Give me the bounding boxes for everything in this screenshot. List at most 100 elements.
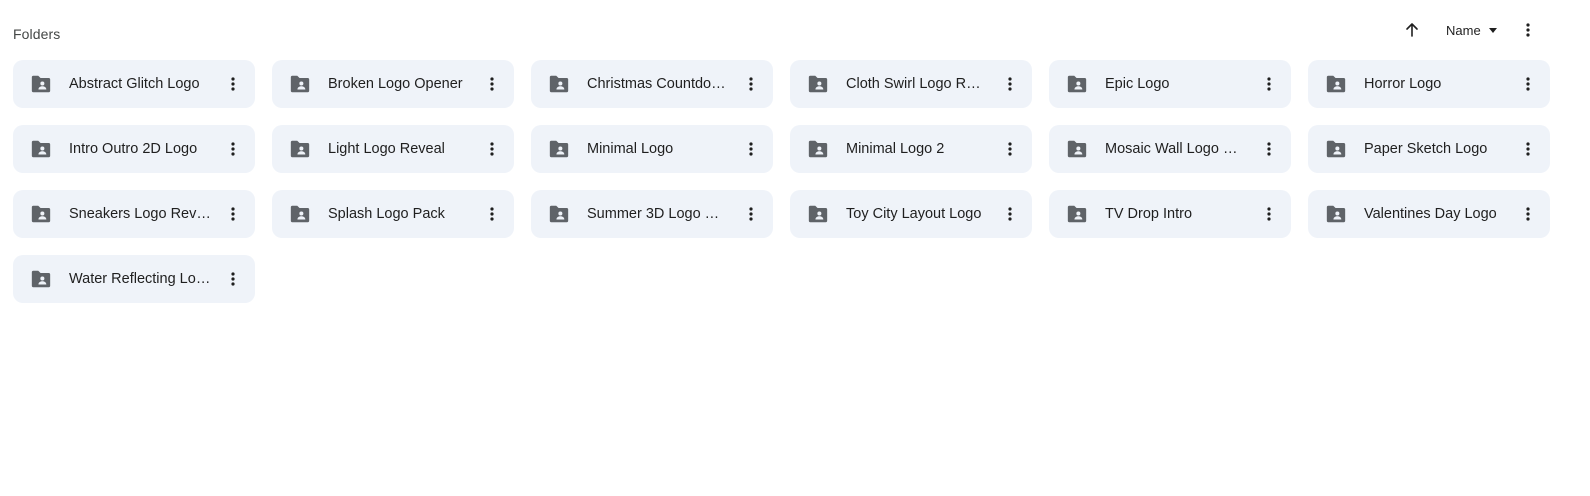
more-vert-icon	[484, 141, 500, 157]
more-vert-icon	[1002, 141, 1018, 157]
shared-folder-icon	[548, 74, 570, 94]
shared-folder-icon	[1325, 204, 1347, 224]
folder-name: Christmas Countdown	[587, 76, 729, 92]
more-vert-icon	[1261, 141, 1277, 157]
folder-name: Paper Sketch Logo	[1364, 141, 1488, 157]
shared-folder-icon	[30, 269, 52, 289]
folder-card[interactable]: Light Logo Reveal	[272, 125, 514, 173]
shared-folder-icon	[548, 204, 570, 224]
folder-card[interactable]: Valentines Day Logo	[1308, 190, 1550, 238]
folder-name: Water Reflecting Logo	[69, 271, 211, 287]
folder-grid: Abstract Glitch Logo Broken Logo Opener Ch…	[13, 60, 1550, 303]
folder-more-button[interactable]	[1255, 70, 1283, 98]
section-title: Folders	[13, 26, 61, 42]
folder-more-button[interactable]	[1514, 135, 1542, 163]
folder-more-button[interactable]	[1255, 135, 1283, 163]
folder-name: Minimal Logo	[587, 141, 674, 157]
folder-more-button[interactable]	[737, 70, 765, 98]
shared-folder-icon	[548, 139, 570, 159]
shared-folder-icon	[30, 139, 52, 159]
folder-more-button[interactable]	[1514, 70, 1542, 98]
more-vert-icon	[1261, 206, 1277, 222]
more-vert-icon	[225, 141, 241, 157]
folder-name: Valentines Day Logo	[1364, 206, 1497, 222]
more-vert-icon	[1261, 76, 1277, 92]
folder-more-button[interactable]	[478, 70, 506, 98]
more-vert-icon	[225, 206, 241, 222]
folder-more-button[interactable]	[737, 135, 765, 163]
folder-card[interactable]: Paper Sketch Logo	[1308, 125, 1550, 173]
sort-field-dropdown[interactable]: Name	[1442, 16, 1503, 44]
folder-card[interactable]: Water Reflecting Logo	[13, 255, 255, 303]
sort-direction-button[interactable]	[1398, 16, 1426, 44]
shared-folder-icon	[1325, 139, 1347, 159]
more-vert-icon	[743, 206, 759, 222]
folder-more-button[interactable]	[996, 135, 1024, 163]
folder-more-button[interactable]	[996, 200, 1024, 228]
shared-folder-icon	[30, 204, 52, 224]
folder-more-button[interactable]	[737, 200, 765, 228]
folder-card[interactable]: Summer 3D Logo Reveal	[531, 190, 773, 238]
more-vert-icon	[743, 76, 759, 92]
folder-name: Cloth Swirl Logo Reveal	[846, 76, 988, 92]
folder-more-button[interactable]	[219, 135, 247, 163]
more-vert-icon	[1520, 76, 1536, 92]
folder-card[interactable]: Cloth Swirl Logo Reveal	[790, 60, 1032, 108]
folder-card[interactable]: Broken Logo Opener	[272, 60, 514, 108]
folder-more-button[interactable]	[219, 70, 247, 98]
folder-card[interactable]: Minimal Logo 2	[790, 125, 1032, 173]
more-vert-icon	[1526, 23, 1530, 37]
folder-card[interactable]: Horror Logo	[1308, 60, 1550, 108]
shared-folder-icon	[807, 139, 829, 159]
sort-field-label: Name	[1446, 22, 1481, 38]
folder-card[interactable]: Minimal Logo	[531, 125, 773, 173]
folder-more-button[interactable]	[1255, 200, 1283, 228]
folders-header: Folders Name	[0, 0, 1590, 60]
folder-name: Epic Logo	[1105, 76, 1170, 92]
more-vert-icon	[484, 206, 500, 222]
folder-more-button[interactable]	[478, 135, 506, 163]
more-vert-icon	[1520, 206, 1536, 222]
folder-more-button[interactable]	[219, 265, 247, 293]
more-vert-icon	[1520, 141, 1536, 157]
shared-folder-icon	[289, 204, 311, 224]
folder-card[interactable]: Abstract Glitch Logo	[13, 60, 255, 108]
folder-name: Intro Outro 2D Logo	[69, 141, 198, 157]
folder-name: Mosaic Wall Logo Reveal	[1105, 141, 1247, 157]
shared-folder-icon	[1066, 204, 1088, 224]
folder-name: TV Drop Intro	[1105, 206, 1193, 222]
sort-controls: Name	[1390, 16, 1590, 44]
folder-card[interactable]: Sneakers Logo Reveal	[13, 190, 255, 238]
more-vert-icon	[225, 76, 241, 92]
more-vert-icon	[225, 271, 241, 287]
folder-more-button[interactable]	[1514, 200, 1542, 228]
folder-card[interactable]: Christmas Countdown	[531, 60, 773, 108]
more-options-button[interactable]	[1514, 16, 1542, 44]
folder-card[interactable]: Epic Logo	[1049, 60, 1291, 108]
shared-folder-icon	[30, 74, 52, 94]
folder-card[interactable]: Intro Outro 2D Logo	[13, 125, 255, 173]
arrow-up-icon	[1406, 23, 1418, 37]
folder-name: Summer 3D Logo Reveal	[587, 206, 729, 222]
folder-card[interactable]: Mosaic Wall Logo Reveal	[1049, 125, 1291, 173]
folder-name: Abstract Glitch Logo	[69, 76, 200, 92]
folder-name: Broken Logo Opener	[328, 76, 463, 92]
folder-name: Horror Logo	[1364, 76, 1442, 92]
folder-card[interactable]: TV Drop Intro	[1049, 190, 1291, 238]
caret-down-icon	[1488, 28, 1497, 33]
folder-more-button[interactable]	[996, 70, 1024, 98]
shared-folder-icon	[1325, 74, 1347, 94]
folder-more-button[interactable]	[478, 200, 506, 228]
folder-card[interactable]: Toy City Layout Logo	[790, 190, 1032, 238]
folder-more-button[interactable]	[219, 200, 247, 228]
shared-folder-icon	[1066, 74, 1088, 94]
more-vert-icon	[484, 76, 500, 92]
folder-name: Sneakers Logo Reveal	[69, 206, 211, 222]
folder-name: Toy City Layout Logo	[846, 206, 982, 222]
folder-name: Splash Logo Pack	[328, 206, 445, 222]
folder-name: Minimal Logo 2	[846, 141, 945, 157]
more-vert-icon	[1002, 206, 1018, 222]
shared-folder-icon	[807, 204, 829, 224]
folder-card[interactable]: Splash Logo Pack	[272, 190, 514, 238]
shared-folder-icon	[807, 74, 829, 94]
